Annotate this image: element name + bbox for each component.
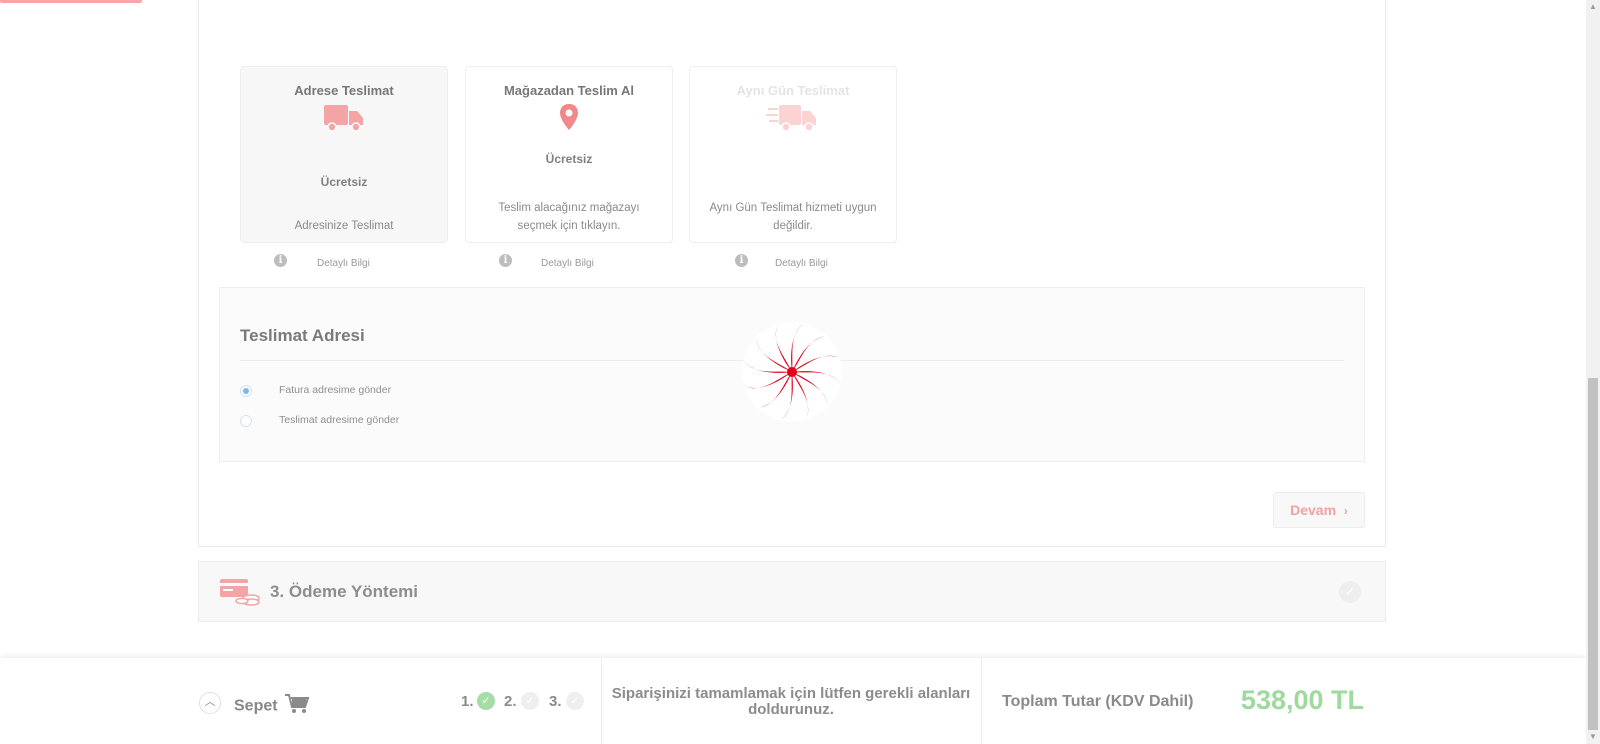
info-link-store-pickup[interactable]: i Detaylı Bilgi	[499, 254, 629, 270]
radio-label: Fatura adresime gönder	[279, 384, 392, 396]
divider	[601, 658, 602, 744]
info-icon: i	[735, 254, 748, 267]
step-3: 3.	[549, 693, 562, 710]
section-title: Teslimat Adresi	[240, 326, 365, 345]
option-description: Teslim alacağınız mağazayı seçmek için t…	[498, 202, 640, 232]
step-1: 1.	[461, 693, 474, 710]
option-title: Aynı Gün Teslimat	[736, 83, 850, 98]
info-icon: i	[499, 254, 512, 267]
total-value: 538,00 TL	[1240, 685, 1364, 715]
checkout-footer: ︿ Sepet 1. ✓ 2. ✓ 3. ✓ Siparişinizi tama…	[0, 658, 1586, 744]
continue-label: Devam	[1290, 502, 1337, 518]
divider	[981, 658, 982, 744]
scroll-down-icon[interactable]: ▼	[1589, 732, 1597, 741]
delivery-option-address[interactable]: Adrese Teslimat Ücretsiz Adresinize Tesl…	[240, 66, 448, 243]
check-icon: ✓	[521, 692, 539, 710]
continue-button[interactable]: Devam ›	[1273, 492, 1365, 528]
delivery-option-same-day[interactable]: Aynı Gün Teslimat Aynı Gün Teslimat hizm…	[689, 66, 897, 243]
check-icon: ✓	[1339, 581, 1361, 603]
option-description: Adresinize Teslimat	[294, 220, 394, 232]
info-link-address[interactable]: i Detaylı Bilgi	[274, 254, 404, 270]
fast-truck-icon	[690, 103, 896, 133]
cart-label: Sepet	[234, 697, 278, 715]
payment-title: 3. Ödeme Yöntemi	[270, 582, 419, 601]
radio-delivery-address[interactable]	[240, 415, 252, 427]
option-price: Ücretsiz	[320, 175, 368, 189]
truck-icon	[241, 103, 447, 133]
option-title: Mağazadan Teslim Al	[503, 83, 635, 98]
scroll-up-icon[interactable]: ▲	[1589, 2, 1597, 11]
chevron-right-icon: ›	[1343, 504, 1348, 518]
radio-billing-address[interactable]	[240, 385, 252, 397]
radio-label: Teslimat adresime gönder	[279, 414, 400, 426]
payment-section-header[interactable]: 3. Ödeme Yöntemi ✓	[198, 561, 1386, 622]
info-label: Detaylı Bilgi	[541, 258, 594, 269]
step-2: 2.	[504, 693, 517, 710]
cart-toggle[interactable]: Sepet	[234, 693, 310, 720]
option-title: Adrese Teslimat	[294, 83, 394, 98]
loading-spinner-icon	[740, 320, 844, 424]
location-pin-icon	[466, 103, 672, 133]
info-label: Detaylı Bilgi	[775, 258, 828, 269]
check-icon: ✓	[477, 692, 495, 710]
delivery-option-store-pickup[interactable]: Mağazadan Teslim Al Ücretsiz Teslim alac…	[465, 66, 673, 243]
chevron-up-icon[interactable]: ︿	[199, 692, 221, 714]
info-link-same-day[interactable]: i Detaylı Bilgi	[735, 254, 865, 270]
footer-message: Siparişinizi tamamlamak için lütfen gere…	[611, 685, 971, 718]
option-description: Aynı Gün Teslimat hizmeti uygun değildir…	[709, 202, 877, 232]
option-price: Ücretsiz	[545, 152, 593, 166]
info-label: Detaylı Bilgi	[317, 258, 370, 269]
scrollbar-thumb[interactable]	[1588, 378, 1598, 730]
total-label: Toplam Tutar (KDV Dahil)	[1002, 693, 1194, 710]
vertical-scrollbar[interactable]: ▲ ▼	[1586, 0, 1600, 744]
check-icon: ✓	[566, 692, 584, 710]
info-icon: i	[274, 254, 287, 267]
cart-icon	[284, 693, 310, 720]
top-accent-bar	[0, 0, 142, 3]
payment-icon	[219, 578, 261, 611]
